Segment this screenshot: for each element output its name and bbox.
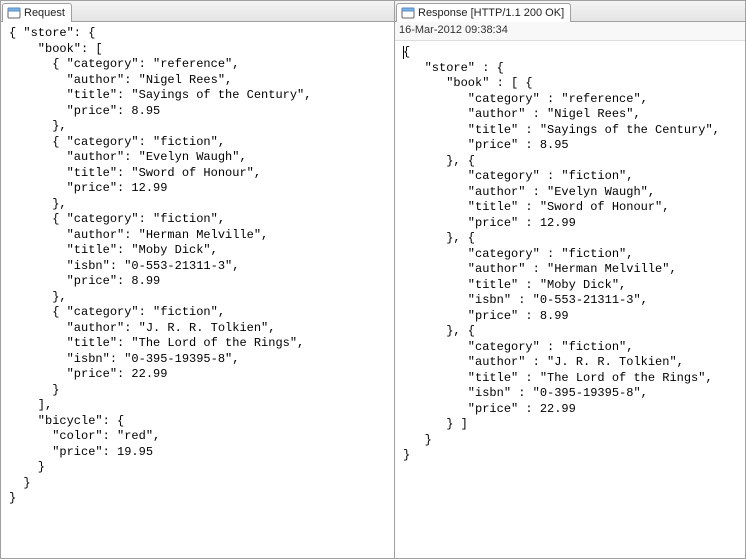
request-code: { "store": { "book": [ { "category": "re… [1,22,394,511]
request-icon [7,6,21,20]
response-tab[interactable]: Response [HTTP/1.1 200 OK] [396,3,571,22]
request-editor[interactable]: { "store": { "book": [ { "category": "re… [1,22,394,558]
response-editor[interactable]: { "store" : { "book" : [ { "category" : … [395,41,745,558]
response-tab-label: Response [HTTP/1.1 200 OK] [418,7,564,19]
response-timestamp: 16-Mar-2012 09:38:34 [395,22,745,41]
split-container: Request { "store": { "book": [ { "catego… [0,0,746,559]
response-icon [401,6,415,20]
request-tabbar: Request [1,1,394,22]
request-tab[interactable]: Request [2,3,72,22]
request-tab-label: Request [24,7,65,19]
response-code: { "store" : { "book" : [ { "category" : … [395,41,745,468]
request-panel: Request { "store": { "book": [ { "catego… [1,1,395,558]
response-panel: Response [HTTP/1.1 200 OK] 16-Mar-2012 0… [395,1,745,558]
response-tabbar: Response [HTTP/1.1 200 OK] [395,1,745,22]
